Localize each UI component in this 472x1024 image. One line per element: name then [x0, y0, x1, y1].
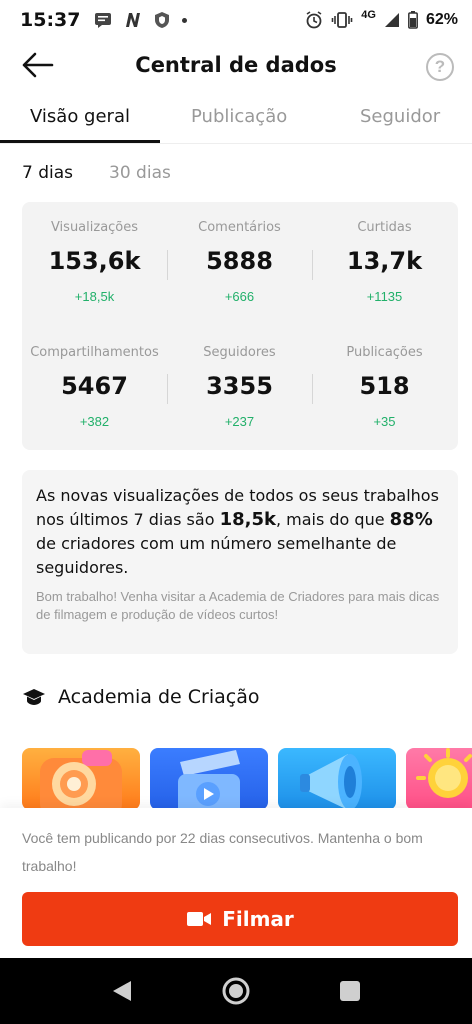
academy-card-sun[interactable]: [406, 748, 472, 810]
stat-followers[interactable]: Seguidores 3355 +237: [167, 345, 312, 429]
page-title: Central de dados: [135, 53, 337, 77]
film-button-label: Filmar: [222, 907, 294, 931]
help-icon[interactable]: ?: [426, 53, 454, 81]
stat-value: 13,7k: [346, 247, 423, 275]
alarm-icon: [306, 11, 322, 29]
range-7-days[interactable]: 7 dias: [22, 163, 73, 183]
stat-label: Curtidas: [357, 220, 412, 235]
camera-illustration-icon: [40, 750, 122, 810]
stat-delta: +666: [224, 289, 255, 304]
tab-bar: Visão geral Publicação Seguidor: [0, 98, 472, 144]
stat-value: 518: [359, 372, 410, 400]
status-bar: 15:37 4G 62%: [0, 0, 472, 40]
vibrate-icon: [331, 12, 353, 28]
video-camera-icon: [187, 912, 212, 926]
tab-seguidor[interactable]: Seguidor: [360, 106, 440, 127]
stat-label: Compartilhamentos: [30, 345, 159, 360]
battery-percent: 62%: [425, 11, 458, 28]
tab-visao-geral[interactable]: Visão geral: [30, 106, 130, 127]
academy-title: Academia de Criação: [58, 686, 260, 708]
system-nav-bar: [0, 958, 472, 1024]
n-app-icon: [126, 13, 141, 27]
stat-shares[interactable]: Compartilhamentos 5467 +382: [22, 345, 167, 429]
stat-likes[interactable]: Curtidas 13,7k +1135: [312, 220, 457, 304]
stat-delta: +237: [224, 414, 255, 429]
stat-posts[interactable]: Publicações 518 +35: [312, 345, 457, 429]
notification-icons: [94, 11, 188, 29]
stat-delta: +35: [373, 414, 396, 429]
dot-icon: [182, 17, 188, 23]
academy-card-megaphone[interactable]: [278, 748, 396, 810]
academy-carousel: [22, 730, 472, 810]
status-time: 15:37: [20, 9, 81, 31]
network-type: 4G: [361, 9, 376, 21]
range-selector: 7 dias 30 dias: [22, 163, 171, 183]
stat-delta: +18,5k: [74, 289, 115, 304]
range-30-days[interactable]: 30 dias: [109, 163, 171, 183]
insight-text-part: de criadores com um número semelhante de…: [36, 534, 397, 577]
stat-label: Visualizações: [50, 220, 139, 235]
active-tab-indicator: [0, 140, 160, 143]
insight-text: As novas visualizações de todos os seus …: [36, 484, 444, 580]
stat-delta: +1135: [366, 289, 403, 304]
insight-highlight-views: 18,5k: [219, 509, 276, 530]
signal-icon: [384, 13, 399, 27]
academy-header[interactable]: Academia de Criação: [22, 686, 259, 708]
stat-comments[interactable]: Comentários 5888 +666: [167, 220, 312, 304]
megaphone-illustration-icon: [300, 754, 362, 810]
insight-highlight-percent: 88%: [389, 509, 433, 530]
stat-value: 153,6k: [48, 247, 141, 275]
academy-card-camera[interactable]: [22, 748, 140, 810]
stat-delta: +382: [79, 414, 110, 429]
stat-value: 5467: [61, 372, 128, 400]
sun-illustration-icon: [416, 748, 472, 798]
recents-nav-icon[interactable]: [339, 980, 361, 1002]
stat-label: Publicações: [346, 345, 423, 360]
stat-label: Comentários: [198, 220, 281, 235]
stats-panel: Visualizações 153,6k +18,5k Comentários …: [22, 202, 458, 450]
streak-message: Você tem publicando por 22 dias consecut…: [22, 830, 423, 874]
stat-views[interactable]: Visualizações 153,6k +18,5k: [22, 220, 167, 304]
film-button[interactable]: Filmar: [22, 892, 458, 946]
system-icons: 4G 62%: [305, 9, 458, 29]
insight-text-part: , mais do que: [275, 510, 390, 529]
battery-icon: [408, 11, 418, 29]
bottom-panel: Você tem publicando por 22 dias consecut…: [0, 808, 472, 958]
clapperboard-illustration-icon: [178, 750, 240, 810]
stat-value: 3355: [206, 372, 273, 400]
home-nav-icon[interactable]: [221, 976, 251, 1006]
academy-card-clapper[interactable]: [150, 748, 268, 810]
back-nav-icon[interactable]: [111, 979, 133, 1003]
tab-publicacao[interactable]: Publicação: [191, 106, 287, 127]
message-icon: [95, 13, 112, 28]
insight-subtext: Bom trabalho! Venha visitar a Academia d…: [36, 589, 440, 622]
stat-value: 5888: [206, 247, 273, 275]
top-bar: Central de dados ?: [0, 40, 472, 90]
stat-label: Seguidores: [203, 345, 276, 360]
insight-card: As novas visualizações de todos os seus …: [22, 470, 458, 654]
shield-icon: [155, 12, 170, 28]
graduation-cap-icon: [23, 689, 45, 705]
back-arrow-icon[interactable]: [20, 50, 56, 80]
